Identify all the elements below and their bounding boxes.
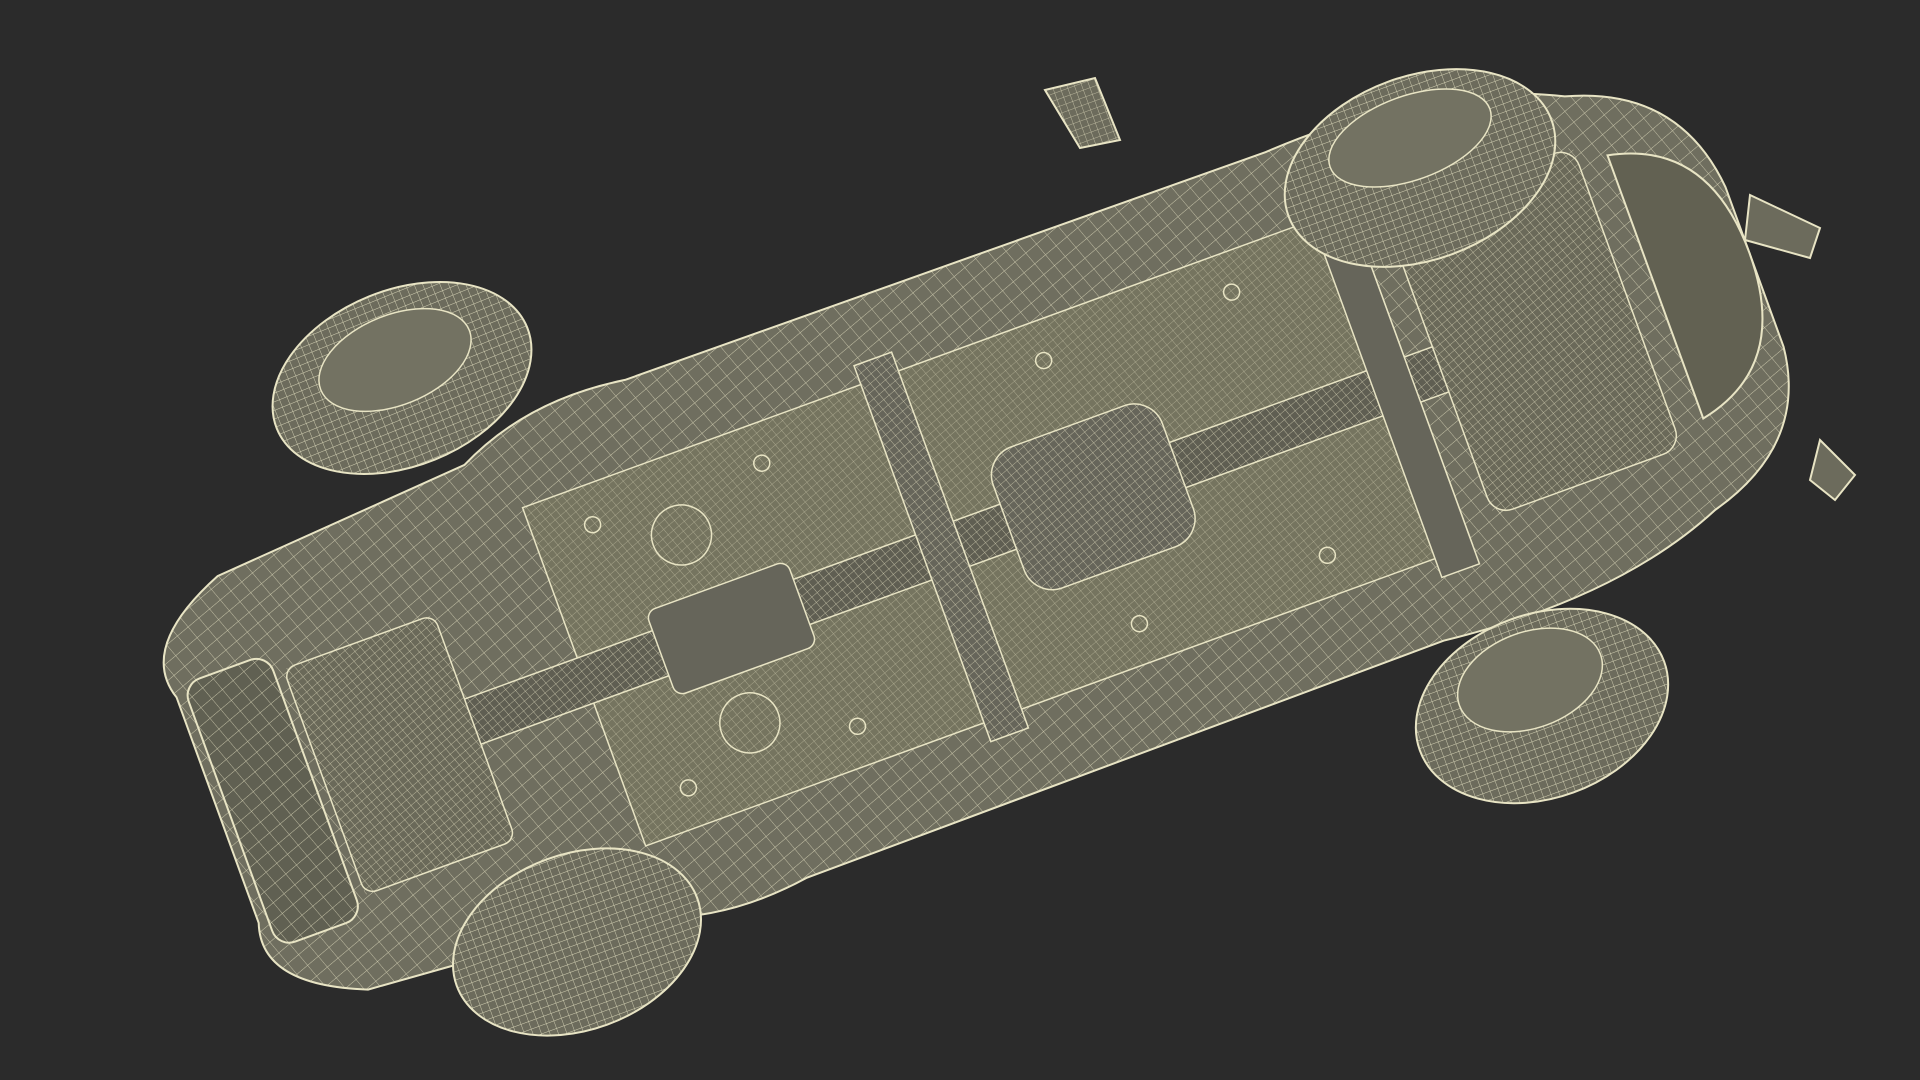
car-body (162, 92, 1790, 991)
render-viewport (0, 0, 1920, 1080)
car-wireframe-render (162, 68, 1857, 1037)
side-mirror (1043, 76, 1122, 150)
